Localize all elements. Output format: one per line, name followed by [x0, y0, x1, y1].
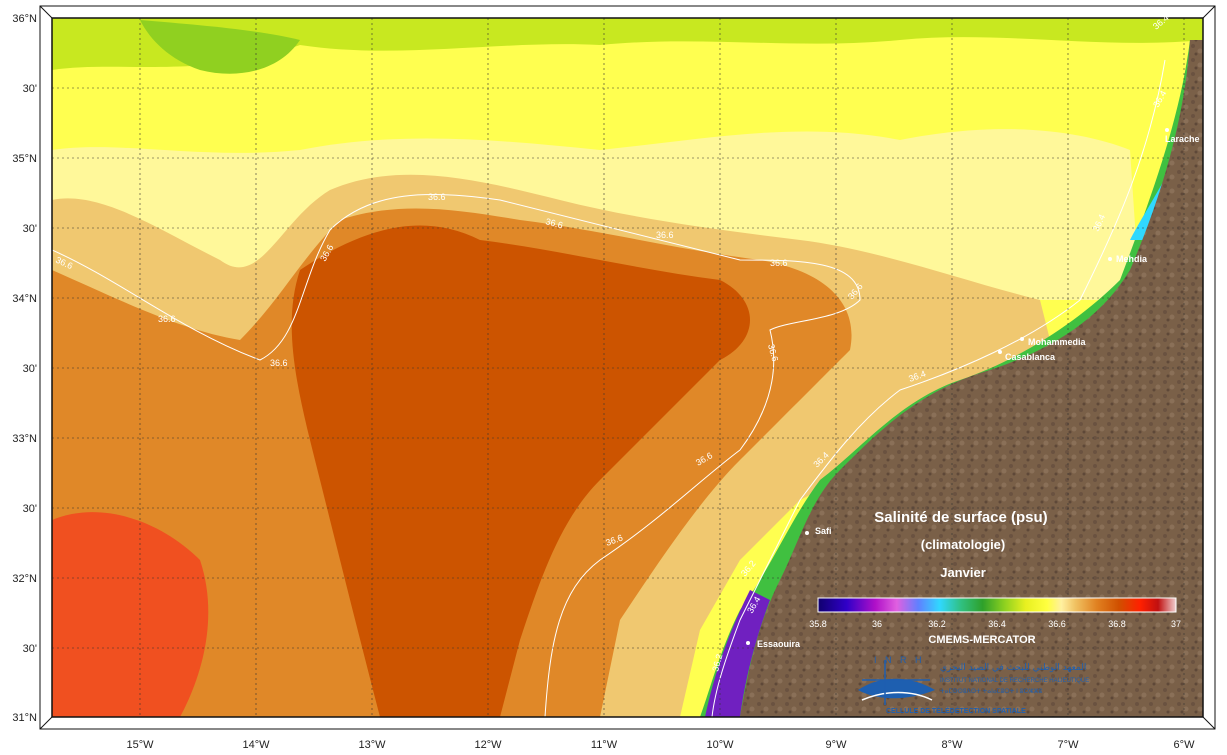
city-marker	[998, 350, 1002, 354]
lon-label: 15°W	[126, 739, 154, 751]
lat-label: 34°N	[12, 293, 37, 305]
colorbar-tick: 36.8	[1108, 619, 1126, 629]
lat-label: 33°N	[12, 433, 37, 445]
city-label-mohammedia: Mohammedia	[1028, 337, 1087, 347]
lat-label: 30'	[23, 503, 37, 515]
lat-label: 30'	[23, 83, 37, 95]
colorbar-tick: 37	[1171, 619, 1181, 629]
logo-acronym: I N R H	[874, 655, 925, 665]
lon-label: 8°W	[942, 739, 964, 751]
map-subtitle: (climatologie)	[921, 537, 1006, 552]
city-label-mehdia: Mehdia	[1116, 254, 1148, 264]
source-label: CMEMS-MERCATOR	[928, 634, 1035, 646]
colorbar-tick: 36	[872, 619, 882, 629]
colorbar-tick: 36.6	[1048, 619, 1066, 629]
city-marker	[805, 531, 809, 535]
colorbar-tick: 36.4	[988, 619, 1006, 629]
colorbar-ramp	[817, 597, 1177, 613]
city-marker	[1020, 337, 1024, 341]
lat-label: 36°N	[12, 13, 37, 25]
colorbar-tick: 35.8	[809, 619, 827, 629]
city-marker	[1165, 128, 1169, 132]
salinity-map: 36°N 30' 35°N 30' 34°N 30' 33°N 30' 32°N…	[0, 0, 1227, 755]
lon-label: 9°W	[826, 739, 848, 751]
colorbar-tick: 36.2	[928, 619, 946, 629]
lon-label: 6°W	[1174, 739, 1196, 751]
isoline-label: 36.6	[770, 258, 788, 268]
lat-label: 30'	[23, 223, 37, 235]
lon-label: 11°W	[591, 739, 618, 751]
map-title: Salinité de surface (psu)	[874, 509, 1047, 526]
city-label-essaouira: Essaouira	[757, 639, 801, 649]
lat-label: 32°N	[12, 573, 37, 585]
logo-arabic: المعهد الوطني للبحث في الصيد البحري	[940, 663, 1086, 673]
lon-label: 7°W	[1058, 739, 1080, 751]
isoline-label: 36.6	[158, 314, 176, 324]
isoline-label: 36.6	[270, 358, 288, 368]
lon-label: 13°W	[358, 739, 386, 751]
lat-label: 31°N	[12, 712, 37, 724]
lat-label: 30'	[23, 643, 37, 655]
city-marker	[1108, 257, 1112, 261]
lon-label: 12°W	[474, 739, 502, 751]
isoline-label: 36.6	[428, 192, 446, 202]
city-label-casablanca: Casablanca	[1005, 352, 1056, 362]
logo-french: INSTITUT NATIONAL DE RECHERCHE HALIEUTIQ…	[940, 678, 1089, 684]
lon-label: 14°W	[242, 739, 270, 751]
city-label-larache: Larache	[1165, 134, 1200, 144]
lon-label: 10°W	[706, 739, 734, 751]
lat-label: 30'	[23, 363, 37, 375]
isoline-label: 36.6	[656, 230, 674, 240]
logo-unit: CELLULE DE TÉLÉDÉTECTION SPATIALE	[886, 706, 1026, 715]
logo-tifinagh: ⵜⴰⵎⵙⵙⵓⴷⵙⵜ ⵜⴰⵏⴰⵎⵓⵔⵜ ⵏ ⵓⵔⵣⵣⵓ	[940, 688, 1042, 695]
lat-label: 35°N	[12, 153, 37, 165]
city-label-safi: Safi	[815, 526, 832, 536]
city-marker	[746, 641, 750, 645]
map-month: Janvier	[940, 565, 986, 580]
